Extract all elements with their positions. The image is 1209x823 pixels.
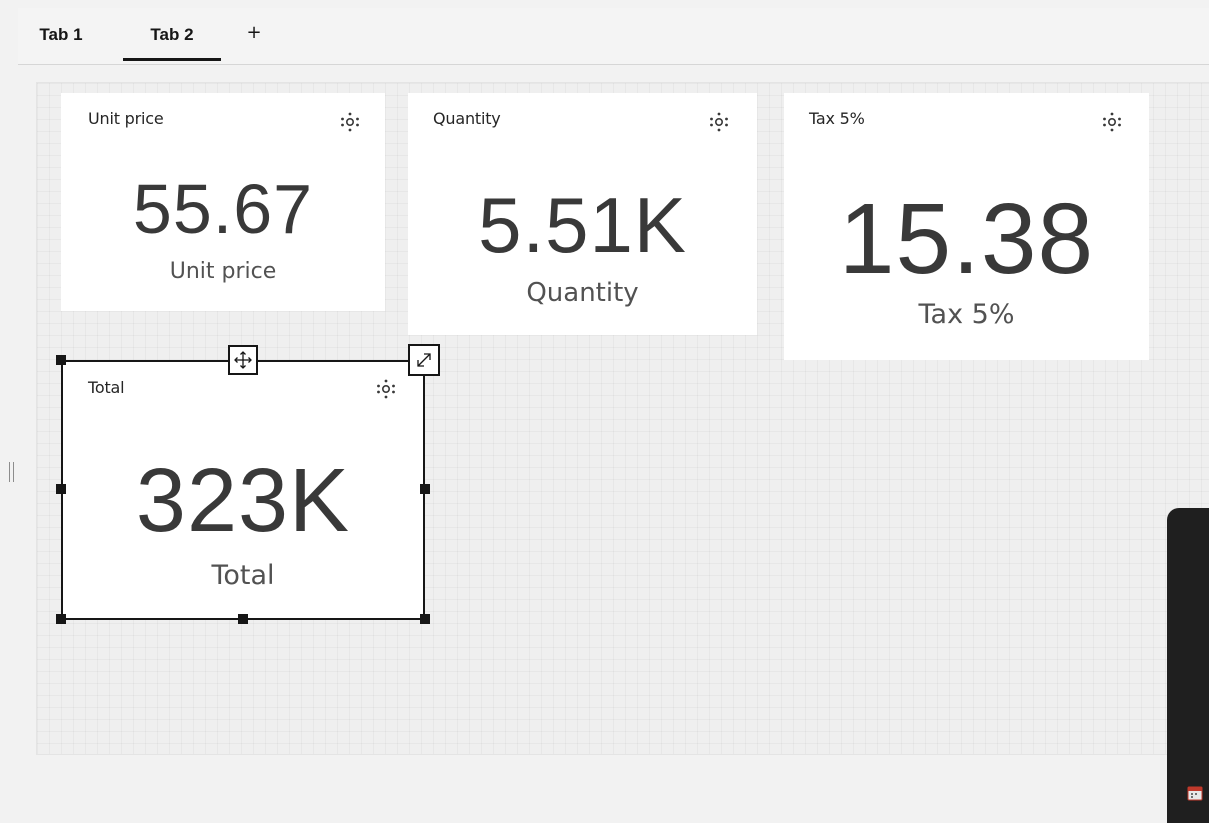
- tab-2[interactable]: Tab 2: [123, 8, 221, 61]
- kpi-widget-tax[interactable]: Tax 5% 15.38 Tax 5%: [784, 93, 1149, 360]
- kpi-value: 5.51K: [478, 181, 687, 269]
- kpi-widget-quantity[interactable]: Quantity 5.51K Quantity: [408, 93, 757, 335]
- kpi-value: 323K: [135, 451, 351, 551]
- resize-handle-top-left[interactable]: [56, 355, 66, 365]
- kpi-label: Tax 5%: [918, 299, 1015, 330]
- settings-sparkle-icon[interactable]: [708, 111, 730, 133]
- kpi-value: 55.67: [132, 170, 314, 248]
- resize-handle-bottom-left[interactable]: [56, 614, 66, 624]
- expand-diagonal-icon: [417, 353, 431, 367]
- dashboard-app: Tab 1 Tab 2 + Unit price 55.67 Unit pric…: [0, 0, 1209, 823]
- tab-bar: Tab 1 Tab 2 +: [18, 8, 1209, 65]
- kpi-widget-unit-price[interactable]: Unit price 55.67 Unit price: [61, 93, 385, 311]
- kpi-label: Unit price: [169, 259, 277, 284]
- side-panel[interactable]: [1167, 508, 1209, 823]
- left-panel-drag-handle[interactable]: [9, 462, 14, 482]
- widget-title: Unit price: [88, 109, 164, 128]
- settings-sparkle-icon[interactable]: [339, 111, 361, 133]
- tab-1[interactable]: Tab 1: [28, 8, 94, 60]
- kpi-widget-total[interactable]: Total 323K Total: [61, 360, 425, 620]
- resize-handle-bottom[interactable]: [238, 614, 248, 624]
- settings-sparkle-icon[interactable]: [1101, 111, 1123, 133]
- widget-title: Quantity: [433, 109, 501, 128]
- add-tab-button[interactable]: +: [244, 8, 264, 60]
- resize-widget-button[interactable]: [408, 344, 440, 376]
- resize-handle-left[interactable]: [56, 484, 66, 494]
- move-arrows-icon: [234, 351, 252, 369]
- resize-handle-right[interactable]: [420, 484, 430, 494]
- resize-handle-bottom-right[interactable]: [420, 614, 430, 624]
- settings-sparkle-icon[interactable]: [375, 378, 397, 400]
- widget-title: Total: [88, 378, 125, 397]
- kpi-value: 15.38: [838, 183, 1095, 295]
- kpi-label: Total: [211, 560, 275, 591]
- calendar-icon[interactable]: [1187, 785, 1205, 803]
- widget-title: Tax 5%: [809, 109, 865, 128]
- kpi-label: Quantity: [526, 278, 639, 308]
- move-widget-button[interactable]: [228, 345, 258, 375]
